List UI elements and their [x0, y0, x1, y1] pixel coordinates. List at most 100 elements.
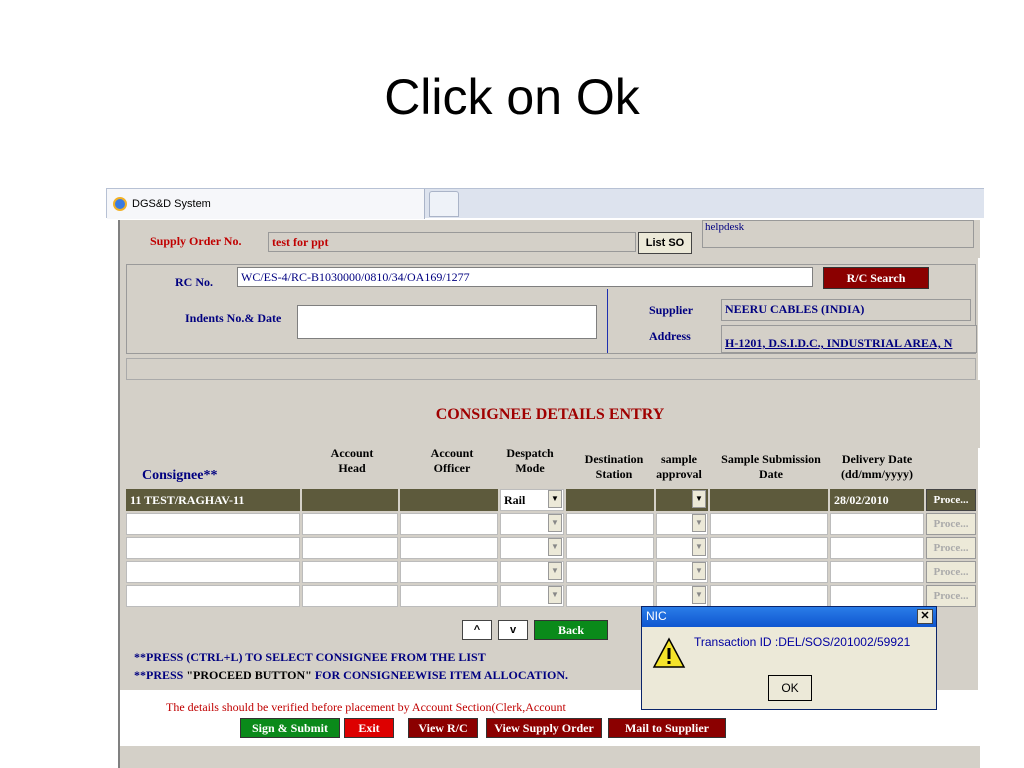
col-account-officer-l2: Officer — [433, 461, 471, 475]
ie-icon — [113, 197, 127, 211]
col-destination-l2: Station — [595, 467, 633, 481]
cell-account-officer[interactable] — [400, 513, 498, 535]
col-delivery-l1: Delivery Date — [841, 452, 913, 466]
col-sample-l2: approval — [656, 467, 702, 481]
despatch-dropdown-icon[interactable]: ▼ — [548, 490, 562, 508]
col-sample: sample approval — [652, 452, 706, 482]
supplier-field[interactable]: NEERU CABLES (INDIA) — [721, 299, 971, 321]
despatch-dropdown-icon[interactable]: ▼ — [548, 538, 562, 556]
table-row[interactable]: ▼ ▼ Proce... — [126, 560, 976, 584]
col-submission-l1: Sample Submission — [721, 452, 821, 466]
ok-button[interactable]: OK — [768, 675, 812, 701]
cell-account-head[interactable] — [302, 513, 398, 535]
sample-dropdown-icon[interactable]: ▼ — [692, 538, 706, 556]
sample-dropdown-icon[interactable]: ▼ — [692, 514, 706, 532]
table-row[interactable]: ▼ ▼ Proce... — [126, 536, 976, 560]
divider — [607, 289, 608, 353]
back-button[interactable]: Back — [534, 620, 608, 640]
despatch-dropdown-icon[interactable]: ▼ — [548, 586, 562, 604]
cell-delivery[interactable]: 28/02/2010 — [830, 489, 924, 511]
view-supply-order-button[interactable]: View Supply Order — [486, 718, 602, 738]
rc-search-button[interactable]: R/C Search — [823, 267, 929, 289]
sign-submit-button[interactable]: Sign & Submit — [240, 718, 340, 738]
note-proceed-b: "PROCEED BUTTON" — [186, 668, 312, 682]
move-down-button[interactable]: v — [498, 620, 528, 640]
cell-consignee[interactable] — [126, 513, 300, 535]
cell-submission[interactable] — [710, 561, 828, 583]
proceed-button[interactable]: Proce... — [926, 561, 976, 583]
mail-supplier-button[interactable]: Mail to Supplier — [608, 718, 726, 738]
grid-header: Consignee** Account Head Account Officer D… — [126, 446, 976, 488]
col-account-officer-l1: Account — [430, 446, 474, 460]
cell-account-officer[interactable] — [400, 585, 498, 607]
dialog-title: NIC — [646, 609, 667, 623]
col-submission: Sample Submission Date — [708, 452, 834, 482]
new-tab-button[interactable] — [429, 191, 459, 217]
proceed-button[interactable]: Proce... — [926, 513, 976, 535]
cell-account-officer[interactable] — [400, 537, 498, 559]
helpdesk-link[interactable]: helpdesk — [705, 221, 744, 233]
cell-submission[interactable] — [710, 537, 828, 559]
col-delivery: Delivery Date (dd/mm/yyyy) — [832, 452, 922, 482]
cell-delivery[interactable] — [830, 537, 924, 559]
cell-destination[interactable] — [566, 537, 654, 559]
address-field[interactable]: H-1201, D.S.I.D.C., INDUSTRIAL AREA, N — [721, 325, 977, 353]
section-heading: CONSIGNEE DETAILS ENTRY — [435, 406, 665, 423]
cell-account-head[interactable] — [302, 537, 398, 559]
col-sample-l1: sample — [661, 452, 697, 466]
proceed-button[interactable]: Proce... — [926, 537, 976, 559]
proceed-button[interactable]: Proce... — [926, 489, 976, 511]
supply-order-label: Supply Order No. — [150, 234, 242, 248]
note-proceed-c: FOR CONSIGNEEWISE ITEM ALLOCATION. — [311, 668, 568, 682]
cell-submission[interactable] — [710, 513, 828, 535]
col-delivery-l2: (dd/mm/yyyy) — [841, 467, 913, 481]
view-rc-button[interactable]: View R/C — [408, 718, 478, 738]
sample-dropdown-icon[interactable]: ▼ — [692, 490, 706, 508]
browser-tab-bar: DGS&D System — [106, 188, 984, 219]
list-so-button[interactable]: List SO — [638, 232, 692, 254]
cell-consignee[interactable] — [126, 537, 300, 559]
table-row[interactable]: ▼ ▼ Proce... — [126, 584, 976, 608]
close-icon[interactable]: ✕ — [917, 609, 933, 624]
supply-order-field[interactable]: test for ppt — [268, 232, 636, 252]
cell-consignee[interactable] — [126, 561, 300, 583]
cell-delivery[interactable] — [830, 585, 924, 607]
proceed-button[interactable]: Proce... — [926, 585, 976, 607]
sample-dropdown-icon[interactable]: ▼ — [692, 586, 706, 604]
cell-delivery[interactable] — [830, 561, 924, 583]
cell-account-officer[interactable] — [400, 489, 498, 511]
cell-submission[interactable] — [710, 489, 828, 511]
nic-dialog: NIC ✕ Transaction ID :DEL/SOS/201002/599… — [641, 606, 937, 710]
exit-button[interactable]: Exit — [344, 718, 394, 738]
indents-field[interactable] — [297, 305, 597, 339]
table-row[interactable]: 11 TEST/RAGHAV-11 Rail ▼ ▼ 28/02/2010 Pr… — [126, 488, 976, 512]
despatch-dropdown-icon[interactable]: ▼ — [548, 514, 562, 532]
cell-destination[interactable] — [566, 561, 654, 583]
cell-destination[interactable] — [566, 585, 654, 607]
supply-order-row: Supply Order No. test for ppt List SO he… — [120, 220, 980, 258]
col-account-head: Account Head — [302, 446, 402, 476]
sample-dropdown-icon[interactable]: ▼ — [692, 562, 706, 580]
cell-account-head[interactable] — [302, 561, 398, 583]
despatch-dropdown-icon[interactable]: ▼ — [548, 562, 562, 580]
rc-number-field[interactable]: WC/ES-4/RC-B1030000/0810/34/OA169/1277 — [237, 267, 813, 287]
cell-account-head[interactable] — [302, 489, 398, 511]
cell-consignee[interactable]: 11 TEST/RAGHAV-11 — [126, 489, 300, 511]
cell-delivery[interactable] — [830, 513, 924, 535]
move-up-button[interactable]: ^ — [462, 620, 492, 640]
cell-account-head[interactable] — [302, 585, 398, 607]
cell-account-officer[interactable] — [400, 561, 498, 583]
col-account-officer: Account Officer — [402, 446, 502, 476]
col-submission-l2: Date — [759, 467, 783, 481]
col-consignee: Consignee** — [142, 468, 218, 483]
col-destination-l1: Destination — [584, 452, 644, 466]
cell-destination[interactable] — [566, 513, 654, 535]
cell-consignee[interactable] — [126, 585, 300, 607]
table-row[interactable]: ▼ ▼ Proce... — [126, 512, 976, 536]
cell-destination[interactable] — [566, 489, 654, 511]
rc-label: RC No. — [175, 275, 213, 289]
col-despatch-l2: Mode — [515, 461, 545, 475]
cell-submission[interactable] — [710, 585, 828, 607]
browser-tab[interactable]: DGS&D System — [107, 189, 425, 219]
tab-title: DGS&D System — [132, 198, 211, 210]
